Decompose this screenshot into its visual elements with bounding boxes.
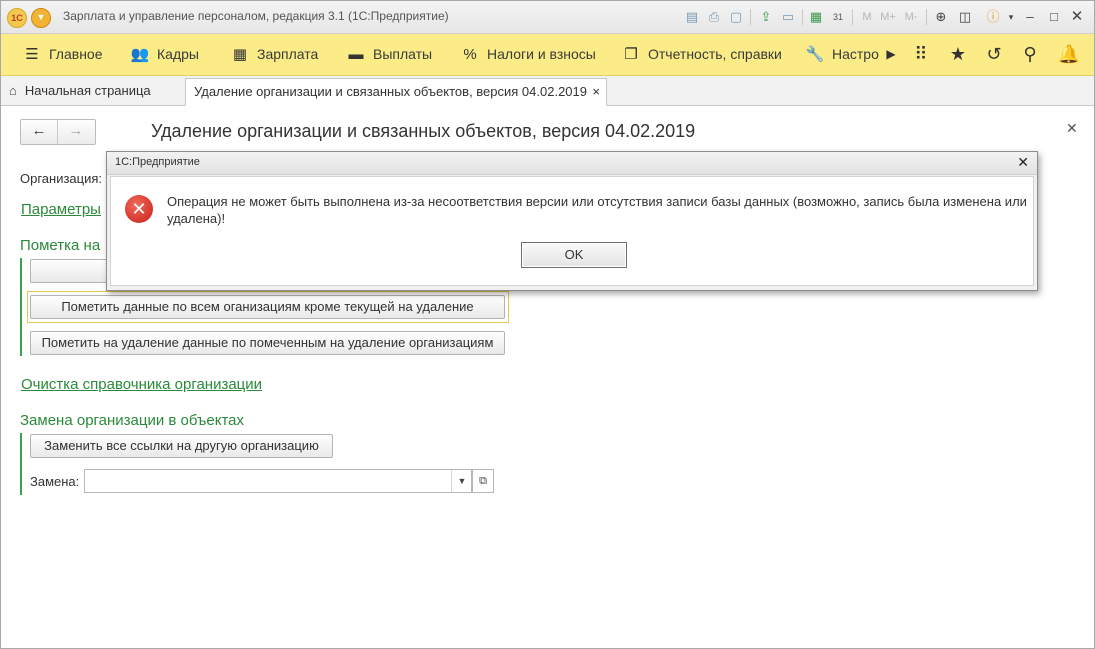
- mark-group-title: Пометка на: [20, 237, 101, 254]
- m-icon[interactable]: M: [859, 9, 875, 25]
- section-main[interactable]: ☰ Главное: [21, 34, 102, 75]
- dialog-title-bar: 1С:Предприятие ✕: [107, 152, 1037, 175]
- mark-group-bar: [20, 258, 22, 356]
- m-minus-icon[interactable]: M-: [903, 9, 919, 25]
- sections-bar: ☰ Главное 👥 Кадры ▦ Зарплата ▬ Выплаты % Нало…: [1, 34, 1094, 76]
- tabs-bar: ⌂ Начальная страница Удаление организации…: [1, 76, 1094, 106]
- wallet-icon: ▬: [348, 46, 364, 63]
- dropdown-icon[interactable]: ▼: [451, 470, 472, 492]
- title-bar: 1С ▼ Зарплата и управление персоналом, р…: [1, 1, 1094, 34]
- section-hr[interactable]: 👥 Кадры: [129, 34, 199, 75]
- section-taxes[interactable]: % Налоги и взносы: [459, 34, 596, 75]
- section-reports[interactable]: ❐ Отчетность, справки: [620, 34, 782, 75]
- tab-home[interactable]: ⌂ Начальная страница: [9, 76, 151, 105]
- documents-icon: ❐: [624, 46, 638, 63]
- section-salary[interactable]: ▦ Зарплата: [229, 34, 318, 75]
- open-icon[interactable]: ⧉: [472, 469, 494, 493]
- people-icon: 👥: [130, 46, 150, 63]
- section-settings[interactable]: 🔧 Настро: [804, 34, 879, 75]
- replace-field[interactable]: ▼: [84, 469, 472, 493]
- percent-icon: %: [463, 46, 477, 63]
- replace-input[interactable]: [89, 471, 453, 493]
- app-window: 1С ▼ Зарплата и управление персоналом, р…: [0, 0, 1095, 649]
- error-icon: ✕: [125, 195, 153, 223]
- zoom-icon[interactable]: ⊕: [933, 9, 949, 25]
- replace-label: Замена:: [30, 474, 80, 489]
- minimize-icon[interactable]: –: [1022, 9, 1038, 25]
- app-logo-icon: 1С: [7, 8, 27, 28]
- replace-all-links-button[interactable]: Заменить все ссылки на другую организаци…: [30, 434, 333, 458]
- maximize-icon[interactable]: □: [1046, 9, 1062, 25]
- wrench-icon: 🔧: [805, 46, 825, 63]
- error-dialog: 1С:Предприятие ✕ ✕ Операция не может быт…: [106, 151, 1038, 291]
- favorites-star-icon[interactable]: ★: [944, 34, 972, 75]
- search-icon[interactable]: ⚲: [1016, 34, 1044, 75]
- tab-close-icon[interactable]: ×: [592, 79, 600, 105]
- m-plus-icon[interactable]: M+: [880, 9, 896, 25]
- organization-label: Организация:: [20, 171, 103, 186]
- replace-group-bar: [20, 433, 22, 495]
- main-menu-button[interactable]: ▼: [31, 8, 51, 28]
- menu-lines-icon: ☰: [25, 46, 39, 63]
- history-icon[interactable]: ↺: [980, 34, 1008, 75]
- sections-scroll-right-icon[interactable]: ▶: [877, 34, 905, 75]
- form-title: Удаление организации и связанных объекто…: [151, 121, 696, 141]
- info-dropdown-icon[interactable]: ▾: [1003, 9, 1019, 25]
- download-icon[interactable]: ▭: [780, 9, 796, 25]
- calculator-icon: ▦: [232, 46, 248, 63]
- section-payments[interactable]: ▬ Выплаты: [345, 34, 433, 75]
- preview-icon[interactable]: ▢: [728, 9, 744, 25]
- dialog-close-icon[interactable]: ✕: [1017, 154, 1029, 171]
- panel-icon[interactable]: ◫: [957, 9, 973, 25]
- window-title: Зарплата и управление персоналом, редакц…: [63, 9, 449, 23]
- save-icon[interactable]: ▤: [684, 9, 700, 25]
- mark-by-marked-button[interactable]: Пометить на удаление данные по помеченны…: [30, 331, 505, 355]
- print-icon[interactable]: ⎙: [706, 9, 722, 25]
- dialog-title: 1С:Предприятие: [115, 156, 200, 168]
- apps-grid-icon[interactable]: ⠿: [907, 34, 935, 75]
- back-arrow-icon[interactable]: ←: [21, 120, 58, 144]
- mark-current-button[interactable]: [30, 259, 110, 283]
- calculator-icon[interactable]: ▦: [808, 9, 824, 25]
- mark-all-except-current-button[interactable]: Пометить данные по всем оганизациям кром…: [30, 295, 505, 319]
- dialog-body: ✕ Операция не может быть выполнена из-за…: [110, 176, 1034, 286]
- close-icon[interactable]: ✕: [1069, 9, 1085, 25]
- cleanup-link[interactable]: Очистка справочника организации: [21, 376, 262, 393]
- tab-delete-organization[interactable]: Удаление организации и связанных объекто…: [185, 78, 607, 106]
- form-close-icon[interactable]: ✕: [1066, 120, 1078, 137]
- home-icon: ⌂: [9, 83, 17, 98]
- upload-icon[interactable]: ⇪: [758, 9, 774, 25]
- notifications-bell-icon[interactable]: 🔔: [1055, 34, 1083, 75]
- nav-buttons: ← →: [20, 119, 96, 145]
- info-icon[interactable]: ⓘ: [985, 9, 1001, 25]
- calendar-icon[interactable]: 31: [830, 9, 846, 25]
- ok-button[interactable]: OK: [521, 242, 627, 268]
- error-message: Операция не может быть выполнена из-за н…: [167, 194, 1027, 226]
- replace-group-title: Замена организации в объектах: [20, 412, 244, 429]
- params-link[interactable]: Параметры: [21, 201, 101, 218]
- forward-arrow-icon[interactable]: →: [58, 120, 94, 144]
